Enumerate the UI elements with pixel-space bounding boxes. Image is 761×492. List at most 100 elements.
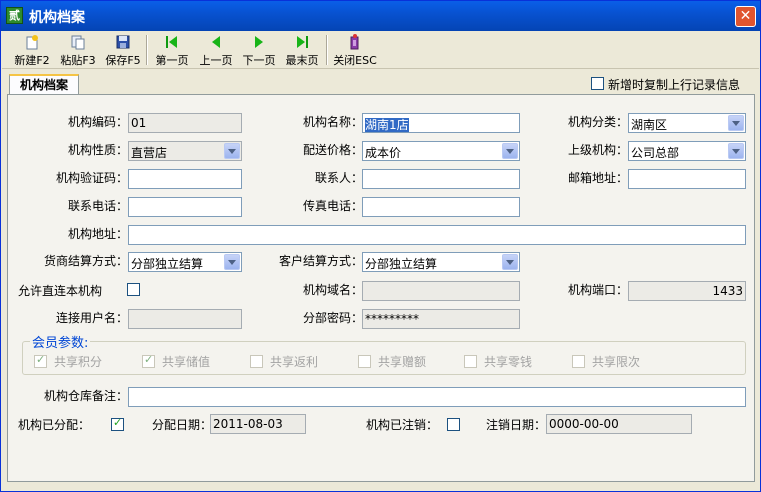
org-class-value: 湖南区 — [631, 118, 668, 132]
customer-settle-select[interactable]: 分部独立结算 — [362, 252, 520, 272]
supplier-settle-value: 分部独立结算 — [131, 257, 204, 271]
cancel-date-field[interactable]: 0000-00-00 — [546, 414, 692, 434]
member-share-stored-checkbox[interactable] — [142, 353, 155, 368]
paste-icon — [71, 35, 85, 50]
domain-field[interactable] — [362, 281, 520, 301]
cancelled-label: 机构已注销： — [365, 418, 438, 432]
paste-button[interactable]: 粘贴F3 — [56, 33, 100, 67]
allow-direct-checkbox[interactable] — [127, 283, 140, 296]
allow-direct-label: 允许直连本机构 — [18, 284, 103, 298]
prev-page-icon — [212, 36, 220, 48]
member-share-gift-checkbox[interactable] — [358, 355, 371, 368]
chevron-down-icon[interactable] — [224, 143, 240, 159]
branch-pwd-label: 分部密码： — [302, 311, 363, 325]
toolbar-separator — [146, 35, 148, 65]
title-bar: 贰 机构档案 ✕ — [1, 1, 760, 31]
toolbar-label: 下一页 — [242, 54, 276, 67]
customer-settle-value: 分部独立结算 — [365, 257, 438, 271]
new-button[interactable]: 新建F2 — [10, 33, 54, 67]
phone-label: 联系电话： — [67, 199, 128, 213]
contact-field[interactable] — [362, 169, 520, 189]
window: 贰 机构档案 ✕ 新建F2 粘贴F3 保存F5 第一页 上一页 下一页 最末页 … — [0, 0, 761, 492]
fax-field[interactable] — [362, 197, 520, 217]
member-share-gift-label: 共享赠额 — [378, 355, 427, 369]
email-field[interactable] — [628, 169, 746, 189]
copy-prev-checkbox[interactable] — [591, 77, 604, 90]
conn-user-field[interactable] — [128, 309, 242, 329]
window-title: 机构档案 — [29, 10, 85, 26]
member-share-change-checkbox[interactable] — [464, 355, 477, 368]
last-page-icon — [297, 36, 308, 48]
parent-org-value: 公司总部 — [631, 146, 680, 160]
org-nature-select[interactable]: 直营店 — [128, 141, 242, 161]
member-share-limit-checkbox[interactable] — [572, 355, 585, 368]
tab-strip: 机构档案 新增时复制上行记录信息 — [7, 74, 755, 95]
port-field[interactable]: 1433 — [628, 281, 746, 301]
prev-page-button[interactable]: 上一页 — [195, 33, 237, 67]
close-door-icon — [350, 34, 359, 50]
copy-prev-label: 新增时复制上行记录信息 — [608, 78, 741, 92]
next-page-button[interactable]: 下一页 — [238, 33, 280, 67]
tab-org-profile[interactable]: 机构档案 — [9, 74, 79, 95]
chevron-down-icon[interactable] — [502, 143, 518, 159]
assigned-label: 机构已分配： — [18, 418, 91, 432]
assign-date-label: 分配日期： — [151, 418, 212, 432]
new-doc-icon — [26, 35, 38, 50]
toolbar-label: 上一页 — [199, 54, 233, 67]
cancelled-checkbox[interactable] — [447, 418, 460, 431]
parent-org-label: 上级机构： — [567, 143, 628, 157]
verify-code-field[interactable] — [128, 169, 242, 189]
assign-date-field[interactable]: 2011-08-03 — [210, 414, 306, 434]
verify-code-label: 机构验证码： — [55, 171, 128, 185]
chevron-down-icon[interactable] — [502, 254, 518, 270]
phone-field[interactable] — [128, 197, 242, 217]
warehouse-note-field[interactable] — [128, 387, 746, 407]
conn-user-label: 连接用户名： — [55, 311, 128, 325]
cancel-date-label: 注销日期： — [485, 418, 546, 432]
toolbar: 新建F2 粘贴F3 保存F5 第一页 上一页 下一页 最末页 关闭ESC — [2, 31, 759, 69]
form-panel: 机构编码： 01 机构名称： 湖南1店 机构分类： 湖南区 机构性质： 直营店 … — [7, 94, 755, 482]
toolbar-label: 保存F5 — [105, 54, 141, 67]
save-icon — [116, 35, 130, 49]
delivery-price-label: 配送价格： — [302, 143, 363, 157]
member-share-rebate-label: 共享返利 — [270, 355, 319, 369]
member-share-change-label: 共享零钱 — [484, 355, 533, 369]
branch-pwd-field[interactable]: ********* — [362, 309, 520, 329]
org-class-label: 机构分类： — [567, 115, 628, 129]
assigned-checkbox[interactable] — [111, 416, 124, 431]
delivery-price-select[interactable]: 成本价 — [362, 141, 520, 161]
close-button[interactable]: ✕ — [735, 6, 756, 27]
delivery-price-value: 成本价 — [365, 146, 402, 160]
save-button[interactable]: 保存F5 — [101, 33, 145, 67]
org-name-field[interactable]: 湖南1店 — [362, 113, 520, 133]
member-params-title: 会员参数: — [30, 332, 91, 351]
toolbar-label: 新建F2 — [14, 54, 50, 67]
toolbar-label: 关闭ESC — [333, 54, 377, 67]
org-class-select[interactable]: 湖南区 — [628, 113, 746, 133]
toolbar-label: 粘贴F3 — [60, 54, 96, 67]
supplier-settle-select[interactable]: 分部独立结算 — [128, 252, 242, 272]
chevron-down-icon[interactable] — [728, 143, 744, 159]
parent-org-select[interactable]: 公司总部 — [628, 141, 746, 161]
member-share-points-checkbox[interactable] — [34, 353, 47, 368]
contact-label: 联系人： — [314, 171, 363, 185]
chevron-down-icon[interactable] — [728, 115, 744, 131]
org-name-value: 湖南1店 — [365, 118, 409, 132]
member-share-rebate-checkbox[interactable] — [250, 355, 263, 368]
domain-label: 机构域名： — [302, 283, 363, 297]
member-share-stored-label: 共享储值 — [162, 355, 211, 369]
toolbar-label: 最末页 — [285, 54, 319, 67]
customer-settle-label: 客户结算方式： — [278, 254, 363, 268]
first-page-icon — [166, 36, 177, 48]
close-esc-button[interactable]: 关闭ESC — [331, 33, 379, 67]
address-label: 机构地址： — [67, 227, 128, 241]
chevron-down-icon[interactable] — [224, 254, 240, 270]
member-share-points-label: 共享积分 — [54, 355, 103, 369]
address-field[interactable] — [128, 225, 746, 245]
first-page-button[interactable]: 第一页 — [151, 33, 193, 67]
last-page-button[interactable]: 最末页 — [281, 33, 323, 67]
toolbar-separator — [326, 35, 328, 65]
org-code-field[interactable]: 01 — [128, 113, 242, 133]
next-page-icon — [255, 36, 263, 48]
supplier-settle-label: 货商结算方式： — [43, 254, 128, 268]
